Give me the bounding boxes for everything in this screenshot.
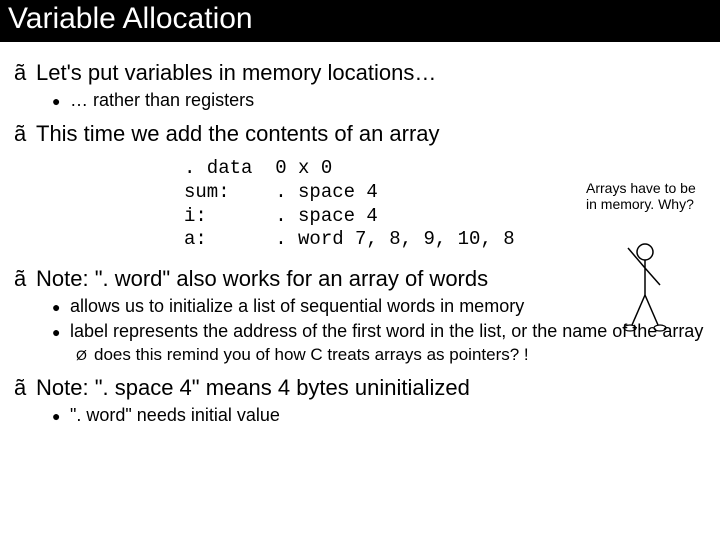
bullet-3-sub-2-text: label represents the address of the firs… bbox=[70, 321, 703, 342]
bullet-1-text: Let's put variables in memory locations… bbox=[36, 60, 436, 86]
bullet-2-text: This time we add the contents of an arra… bbox=[36, 121, 440, 147]
annotation-text: Arrays have to be in memory. Why? bbox=[586, 180, 696, 212]
bullet-icon: ã bbox=[14, 121, 36, 147]
bullet-3-text: Note: ". word" also works for an array o… bbox=[36, 266, 488, 292]
bullet-1-sub-1-text: … rather than registers bbox=[70, 90, 254, 111]
slide-content: ã Let's put variables in memory location… bbox=[0, 42, 720, 426]
bullet-3-sub-1-text: allows us to initialize a list of sequen… bbox=[70, 296, 524, 317]
bullet-icon: ã bbox=[14, 60, 36, 86]
bullet-3-sub-3-text: does this remind you of how C treats arr… bbox=[94, 345, 529, 365]
arrow-icon: Ø bbox=[76, 347, 94, 363]
bullet-3-sub-2: ● label represents the address of the fi… bbox=[52, 321, 706, 342]
bullet-1-sub-1: ● … rather than registers bbox=[52, 90, 706, 111]
bullet-4-sub-1-text: ". word" needs initial value bbox=[70, 405, 280, 426]
bullet-4-sub-1: ● ". word" needs initial value bbox=[52, 405, 706, 426]
dot-icon: ● bbox=[52, 93, 70, 109]
bullet-3-sub-1: ● allows us to initialize a list of sequ… bbox=[52, 296, 706, 317]
bullet-1: ã Let's put variables in memory location… bbox=[14, 60, 706, 86]
bullet-icon: ã bbox=[14, 266, 36, 292]
dot-icon: ● bbox=[52, 408, 70, 424]
bullet-4: ã Note: ". space 4" means 4 bytes uninit… bbox=[14, 375, 706, 401]
slide-title: Variable Allocation bbox=[8, 2, 253, 35]
stick-figure-icon bbox=[610, 240, 670, 335]
bullet-4-text: Note: ". space 4" means 4 bytes uninitia… bbox=[36, 375, 470, 401]
bullet-3: ã Note: ". word" also works for an array… bbox=[14, 266, 706, 292]
bullet-icon: ã bbox=[14, 375, 36, 401]
dot-icon: ● bbox=[52, 299, 70, 315]
dot-icon: ● bbox=[52, 324, 70, 340]
bullet-2: ã This time we add the contents of an ar… bbox=[14, 121, 706, 147]
bullet-3-sub-3: Ø does this remind you of how C treats a… bbox=[76, 345, 706, 365]
slide-title-bar: Variable Allocation bbox=[0, 0, 720, 42]
